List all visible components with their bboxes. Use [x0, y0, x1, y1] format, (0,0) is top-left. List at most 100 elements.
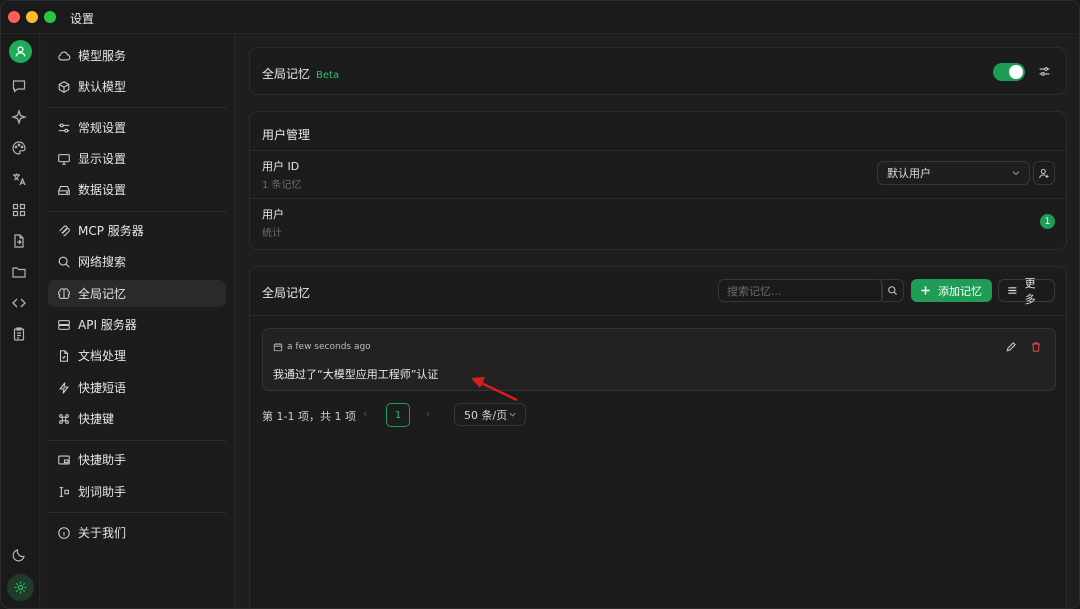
text-select-icon	[57, 485, 71, 499]
user-id-memory-count: 1 条记忆	[262, 180, 302, 191]
window-icon	[57, 453, 71, 467]
menu-item-quick-phrases[interactable]: 快捷短语	[48, 374, 226, 401]
plus-icon	[921, 286, 930, 295]
maximize-window-button[interactable]	[44, 11, 56, 23]
sliders-icon	[57, 121, 71, 135]
moon-icon[interactable]	[11, 547, 29, 565]
add-user-button[interactable]	[1033, 161, 1055, 185]
file-icon	[57, 349, 71, 363]
toggle-knob	[1009, 65, 1023, 79]
memory-timestamp: a few seconds ago	[287, 342, 371, 352]
gear-icon	[14, 581, 27, 594]
menu-divider	[48, 440, 226, 441]
delete-memory-button[interactable]	[1030, 341, 1042, 353]
menu-item-data-settings[interactable]: 数据设置	[48, 176, 226, 203]
settings-nav-button[interactable]	[7, 574, 34, 601]
next-page-button[interactable]: ›	[426, 407, 430, 420]
more-label: 更多	[1024, 276, 1036, 306]
page-size-select[interactable]: 50 条/页	[454, 403, 526, 426]
clipboard-icon[interactable]	[11, 326, 29, 344]
more-button[interactable]: 更多	[998, 277, 1055, 306]
memories-title: 全局记忆	[262, 286, 311, 300]
menu-item-default-model[interactable]: 默认模型	[48, 73, 226, 100]
title-bar: 设置	[1, 1, 1079, 34]
menu-item-quick-assistant[interactable]: 快捷助手	[48, 446, 226, 473]
settings-window: 设置 模型服务 默认模型 常规设置 显示设置 数据设置 MCP 服务器 网络搜索…	[0, 0, 1080, 609]
server-icon	[57, 318, 71, 332]
memory-list-item: a few seconds ago 我通过了“大模型应用工程师”认证	[262, 328, 1056, 391]
divider	[250, 150, 1066, 151]
menu-item-about[interactable]: 关于我们	[48, 519, 226, 546]
search-icon	[888, 286, 897, 295]
beta-badge: Beta	[316, 70, 340, 81]
user-id-label: 用户 ID	[262, 160, 300, 173]
user-select[interactable]: 默认用户	[877, 161, 1030, 185]
user-plus-icon	[1038, 168, 1049, 178]
search-icon	[57, 255, 71, 269]
menu-item-display-settings[interactable]: 显示设置	[48, 145, 226, 172]
menu-item-api-server[interactable]: API 服务器	[48, 311, 226, 338]
calendar-icon	[273, 343, 283, 352]
monitor-icon	[57, 152, 71, 166]
app-rail	[1, 34, 40, 608]
user-select-value: 默认用户	[887, 167, 931, 180]
add-memory-label: 添加记忆	[938, 284, 982, 298]
window-title: 设置	[70, 12, 95, 26]
chevron-down-icon	[1011, 168, 1021, 178]
user-management-title: 用户管理	[262, 128, 311, 142]
settings-sliders-icon[interactable]	[1038, 65, 1051, 78]
menu-item-selection-assistant[interactable]: 划词助手	[48, 478, 226, 505]
user-stats-label: 统计	[262, 228, 282, 239]
global-memory-title: 全局记忆	[262, 67, 311, 81]
chat-icon[interactable]	[11, 78, 29, 96]
document-swap-icon[interactable]	[11, 233, 29, 251]
translate-icon[interactable]	[11, 171, 29, 189]
memory-search-button[interactable]	[881, 279, 904, 302]
pencil-icon	[1006, 342, 1016, 352]
global-memory-toggle[interactable]	[993, 63, 1025, 81]
drive-icon	[57, 183, 71, 197]
menu-divider	[48, 211, 226, 212]
user-avatar[interactable]	[9, 40, 32, 63]
menu-item-shortcuts[interactable]: 快捷键	[48, 405, 226, 432]
brain-icon	[57, 287, 71, 301]
settings-menu: 模型服务 默认模型 常规设置 显示设置 数据设置 MCP 服务器 网络搜索 全局…	[41, 34, 235, 608]
user-count-badge: 1	[1040, 214, 1055, 229]
menu-item-web-search[interactable]: 网络搜索	[48, 248, 226, 275]
sparkle-icon[interactable]	[11, 109, 29, 127]
command-icon	[57, 412, 71, 426]
menu-item-global-memory[interactable]: 全局记忆	[48, 280, 226, 307]
search-placeholder: 搜索记忆...	[727, 284, 782, 298]
code-icon[interactable]	[11, 295, 29, 313]
folder-icon[interactable]	[11, 264, 29, 282]
menu-divider	[48, 512, 226, 513]
trash-icon	[1031, 342, 1041, 352]
user-icon	[15, 46, 26, 57]
memory-text: 我通过了“大模型应用工程师”认证	[273, 368, 439, 381]
divider	[250, 315, 1066, 316]
minimize-window-button[interactable]	[26, 11, 38, 23]
menu-item-general-settings[interactable]: 常规设置	[48, 114, 226, 141]
memories-card: 全局记忆 搜索记忆... 添加记忆 更多 a few seconds ago 我…	[249, 266, 1067, 608]
edit-memory-button[interactable]	[1005, 341, 1017, 353]
menu-lines-icon	[1008, 287, 1017, 294]
cloud-icon	[57, 49, 71, 63]
menu-item-document-processing[interactable]: 文档处理	[48, 342, 226, 369]
page-size-value: 50 条/页	[464, 408, 508, 422]
zap-icon	[57, 381, 71, 395]
user-label: 用户	[262, 208, 284, 221]
memory-search-input[interactable]: 搜索记忆...	[718, 279, 883, 302]
prev-page-button[interactable]: ‹	[363, 407, 367, 420]
apps-icon[interactable]	[11, 202, 29, 220]
mcp-icon	[57, 224, 71, 238]
add-memory-button[interactable]: 添加记忆	[911, 279, 992, 302]
menu-item-mcp-servers[interactable]: MCP 服务器	[48, 217, 226, 244]
menu-item-model-services[interactable]: 模型服务	[48, 42, 226, 69]
menu-divider	[48, 107, 226, 108]
palette-icon[interactable]	[11, 140, 29, 158]
page-1-button[interactable]: 1	[386, 403, 410, 427]
settings-content: 全局记忆 Beta 用户管理 用户 ID 1 条记忆 默认用户 用户 统计 1 …	[236, 34, 1079, 608]
info-icon	[57, 526, 71, 540]
pagination-summary: 第 1-1 项，共 1 项	[262, 410, 356, 423]
close-window-button[interactable]	[8, 11, 20, 23]
